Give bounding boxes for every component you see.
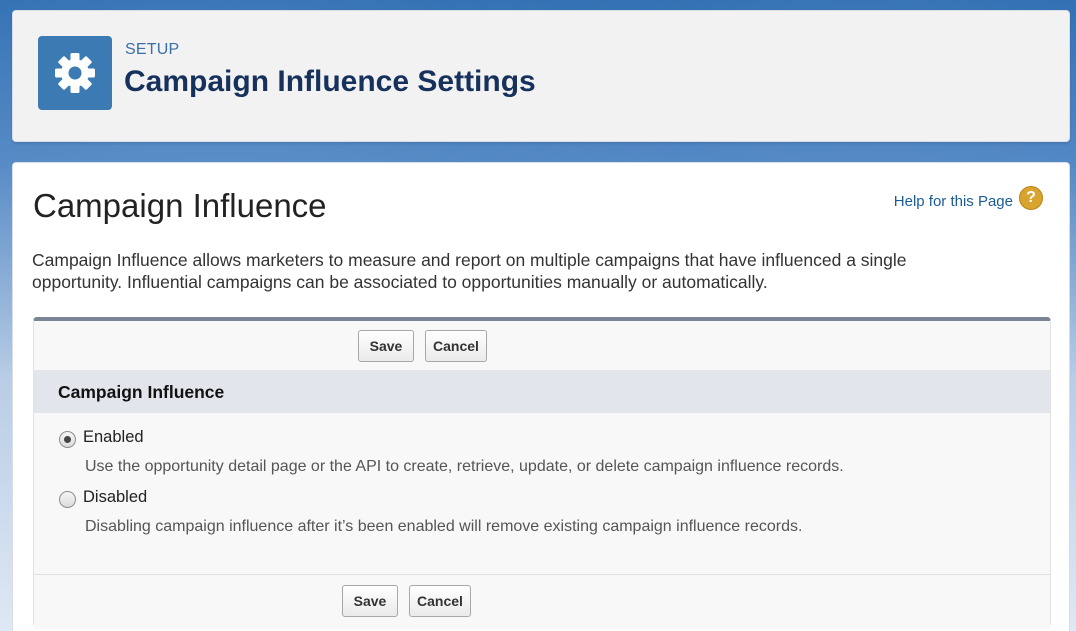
save-button-top[interactable]: Save xyxy=(358,330,414,362)
bottom-button-row: Save Cancel xyxy=(34,575,1050,629)
disabled-help-text: Disabling campaign influence after it’s … xyxy=(85,518,803,535)
save-button-bottom[interactable]: Save xyxy=(342,585,398,617)
settings-panel: Save Cancel Campaign Influence Enabled U… xyxy=(33,317,1051,629)
enabled-help-text: Use the opportunity detail page or the A… xyxy=(85,458,844,475)
help-for-this-page-link[interactable]: Help for this Page xyxy=(894,193,1013,210)
disabled-label[interactable]: Disabled xyxy=(83,488,147,507)
gear-icon-glyph xyxy=(55,53,95,93)
section-title: Campaign Influence xyxy=(58,382,225,402)
top-button-row: Save Cancel xyxy=(34,321,1050,371)
enabled-radio[interactable] xyxy=(59,431,76,448)
page-description: Campaign Influence allows marketers to m… xyxy=(32,250,907,292)
section-body: Enabled Use the opportunity detail page … xyxy=(34,413,1050,575)
page-title: Campaign Influence xyxy=(33,187,327,224)
page-header-title: Campaign Influence Settings xyxy=(124,65,536,98)
cancel-button-bottom[interactable]: Cancel xyxy=(409,585,471,617)
help-question-icon[interactable]: ? xyxy=(1019,186,1043,210)
setup-header: SETUP Campaign Influence Settings xyxy=(12,10,1070,142)
enabled-label[interactable]: Enabled xyxy=(83,428,144,447)
cancel-button-top[interactable]: Cancel xyxy=(425,330,487,362)
setup-label: SETUP xyxy=(125,41,180,58)
gear-icon xyxy=(38,36,112,110)
disabled-radio[interactable] xyxy=(59,491,76,508)
main-content: Campaign Influence Help for this Page ? … xyxy=(12,162,1070,631)
section-header: Campaign Influence xyxy=(34,371,1050,413)
